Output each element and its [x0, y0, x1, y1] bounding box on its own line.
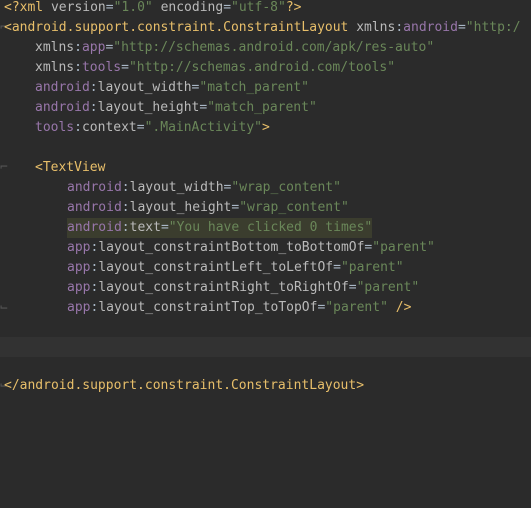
code-line-6[interactable]: android:layout_height="match_parent": [0, 98, 531, 118]
constraint-layout-open-tag: <android.support.constraint.ConstraintLa…: [4, 20, 521, 35]
code-line-5[interactable]: android:layout_width="match_parent": [0, 78, 531, 98]
textview-open-tag: <TextView: [35, 160, 106, 175]
code-line-16[interactable]: ⌙ app:layout_constraintTop_toTopOf="pare…: [0, 298, 531, 318]
attribute-xmlns-tools: xmlns:tools="http://schemas.android.com/…: [35, 60, 396, 75]
xml-declaration: <?xml version="1.0" encoding="utf-8"?>: [4, 0, 302, 15]
code-line-15[interactable]: app:layout_constraintRight_toRightOf="pa…: [0, 278, 531, 298]
code-line-4[interactable]: xmlns:tools="http://schemas.android.com/…: [0, 58, 531, 78]
textview-layout-height: android:layout_height="wrap_content": [67, 200, 349, 215]
attribute-xmlns-app: xmlns:app="http://schemas.android.com/ap…: [35, 40, 435, 55]
attribute-tools-context: tools:context=".MainActivity">: [35, 120, 270, 135]
code-line-2[interactable]: ⌐ <android.support.constraint.Constraint…: [0, 18, 531, 38]
fold-marker-icon[interactable]: ⌐: [0, 158, 8, 178]
code-line-13[interactable]: app:layout_constraintBottom_toBottomOf="…: [0, 238, 531, 258]
textview-layout-width: android:layout_width="wrap_content": [67, 180, 341, 195]
constraint-bottom-attribute: app:layout_constraintBottom_toBottomOf="…: [67, 240, 435, 255]
code-line-10[interactable]: android:layout_width="wrap_content": [0, 178, 531, 198]
attribute-layout-width: android:layout_width="match_parent": [35, 80, 309, 95]
fold-marker-icon[interactable]: ⌙: [0, 298, 8, 318]
code-line-19[interactable]: [0, 358, 531, 378]
constraint-right-attribute: app:layout_constraintRight_toRightOf="pa…: [67, 280, 420, 295]
code-line-8[interactable]: [0, 138, 531, 158]
constraint-left-attribute: app:layout_constraintLeft_toLeftOf="pare…: [67, 260, 404, 275]
code-line-3[interactable]: xmlns:app="http://schemas.android.com/ap…: [0, 38, 531, 58]
code-line-12[interactable]: android:text="You have clicked 0 times": [0, 218, 531, 238]
code-line-7[interactable]: tools:context=".MainActivity">: [0, 118, 531, 138]
code-line-1[interactable]: <?xml version="1.0" encoding="utf-8"?>: [0, 0, 531, 18]
code-line-18-caret[interactable]: [0, 337, 531, 357]
code-line-17[interactable]: [0, 318, 531, 338]
attribute-layout-height: android:layout_height="match_parent": [35, 100, 317, 115]
code-editor[interactable]: <?xml version="1.0" encoding="utf-8"?> ⌐…: [0, 0, 531, 508]
code-line-9[interactable]: ⌐ <TextView: [0, 158, 531, 178]
textview-text-attribute-highlighted: android:text="You have clicked 0 times": [67, 218, 373, 238]
code-line-20[interactable]: ⌙ </android.support.constraint.Constrain…: [0, 376, 531, 396]
constraint-top-attribute: app:layout_constraintTop_toTopOf="parent…: [67, 300, 412, 315]
code-line-14[interactable]: app:layout_constraintLeft_toLeftOf="pare…: [0, 258, 531, 278]
code-line-11[interactable]: android:layout_height="wrap_content": [0, 198, 531, 218]
constraint-layout-close-tag: </android.support.constraint.ConstraintL…: [4, 378, 365, 393]
